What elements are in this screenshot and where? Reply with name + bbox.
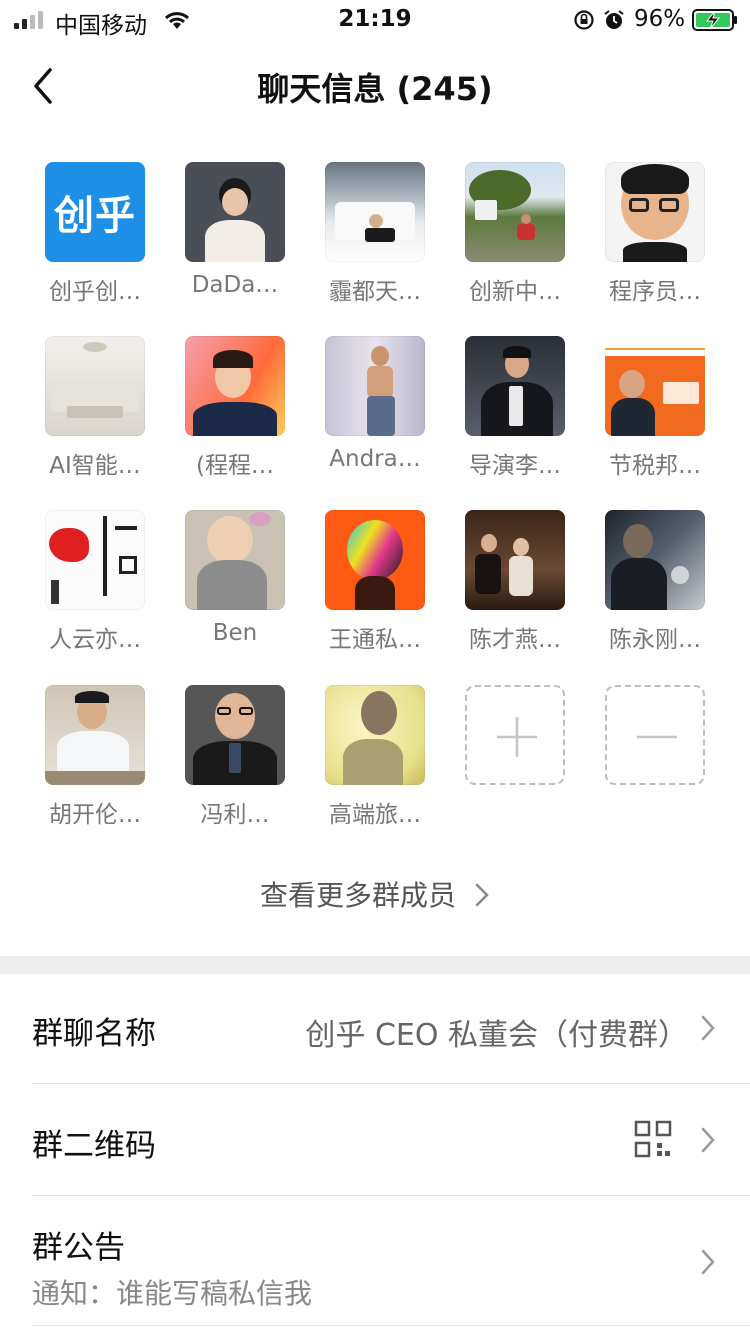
member-item[interactable]: 节税邦… (585, 336, 725, 496)
chevron-right-icon (701, 1015, 715, 1041)
member-item[interactable]: 创乎 创乎创… (25, 162, 165, 322)
member-item[interactable]: 程序员… (585, 162, 725, 322)
avatar (185, 685, 285, 785)
avatar (45, 685, 145, 785)
member-item[interactable]: 冯利… (165, 685, 305, 845)
group-settings-list: 群聊名称 创乎 CEO 私董会（付费群） 群二维码 群公告 通知：谁能写稿私信我 (0, 974, 750, 1334)
member-name: (程程… (196, 453, 274, 479)
avatar (605, 162, 705, 262)
member-name: 创乎创… (49, 279, 141, 305)
avatar (325, 336, 425, 436)
member-name: 胡开伦… (49, 802, 141, 828)
page-title: 聊天信息 (245) (257, 70, 493, 108)
member-item[interactable]: DaDa… (165, 162, 305, 322)
avatar: 创乎 (45, 162, 145, 262)
avatar (45, 336, 145, 436)
member-item[interactable]: 创新中… (445, 162, 585, 322)
chevron-right-icon (701, 1127, 715, 1153)
group-qr-row[interactable]: 群二维码 (32, 1084, 750, 1196)
member-name: 创新中… (469, 279, 561, 305)
member-name: 霾都天… (329, 279, 421, 305)
group-notice-row[interactable]: 群公告 通知：谁能写稿私信我 (32, 1196, 750, 1326)
remove-member-box[interactable] (605, 685, 705, 785)
member-name: 导演李… (469, 453, 561, 479)
chevron-right-icon (701, 1249, 715, 1275)
group-qr-label: 群二维码 (32, 1128, 156, 1164)
rotation-lock-icon (574, 10, 594, 30)
remove-member-button[interactable] (585, 685, 725, 845)
member-item[interactable]: 陈才燕… (445, 510, 585, 670)
member-name: 高端旅… (329, 802, 421, 828)
avatar (325, 510, 425, 610)
group-name-label: 群聊名称 (32, 1016, 156, 1052)
avatar (605, 510, 705, 610)
member-item[interactable]: 胡开伦… (25, 685, 165, 845)
member-item[interactable]: Ben (165, 510, 305, 670)
member-name: 王通私… (329, 627, 421, 653)
nav-bar: 聊天信息 (245) (0, 40, 750, 130)
member-name: 程序员… (609, 279, 701, 305)
avatar (185, 162, 285, 262)
member-item[interactable]: (程程… (165, 336, 305, 496)
avatar (465, 510, 565, 610)
avatar (465, 336, 565, 436)
member-item[interactable]: 霾都天… (305, 162, 445, 322)
view-more-label: 查看更多群成员 (259, 879, 456, 912)
avatar (465, 162, 565, 262)
add-member-box[interactable] (465, 685, 565, 785)
alarm-icon (604, 10, 624, 29)
avatar (185, 336, 285, 436)
group-name-row[interactable]: 群聊名称 创乎 CEO 私董会（付费群） (32, 974, 750, 1084)
member-item[interactable]: 高端旅… (305, 685, 445, 845)
member-name: 冯利… (200, 802, 270, 828)
group-notice-value: 通知：谁能写稿私信我 (32, 1277, 313, 1310)
add-member-button[interactable] (445, 685, 585, 845)
member-name: Ben (212, 620, 258, 646)
member-item[interactable]: AI智能… (25, 336, 165, 496)
avatar-logo-text: 创乎 (54, 193, 136, 239)
plus-icon (497, 717, 537, 757)
member-name: 陈才燕… (469, 627, 561, 653)
member-name: DaDa… (191, 272, 279, 298)
avatar (325, 685, 425, 785)
qr-code-icon (634, 1120, 672, 1158)
member-item[interactable]: 导演李… (445, 336, 585, 496)
avatar (325, 162, 425, 262)
view-more-members-link[interactable]: 查看更多群成员 (0, 874, 750, 914)
status-bar: 中国移动 21:19 96% (0, 0, 750, 40)
member-name: AI智能… (49, 453, 141, 479)
battery-percent: 96% (634, 6, 686, 32)
minus-icon (637, 735, 677, 739)
group-notice-label: 群公告 (32, 1230, 125, 1266)
member-name: 陈永刚… (609, 627, 701, 653)
chevron-right-icon (475, 883, 489, 907)
member-name: 节税邦… (609, 453, 701, 479)
group-name-value: 创乎 CEO 私董会（付费群） (305, 1018, 688, 1053)
member-grid: 创乎 创乎创… DaDa… 霾都天… 创新中… 程序员… AI智能… (程程… … (0, 130, 750, 956)
member-item[interactable]: 陈永刚… (585, 510, 725, 670)
avatar (605, 336, 705, 436)
member-name: 人云亦… (49, 627, 141, 653)
member-item[interactable]: Andra… (305, 336, 445, 496)
member-item[interactable]: 人云亦… (25, 510, 165, 670)
member-name: Andra… (329, 446, 421, 472)
avatar (185, 510, 285, 610)
avatar (45, 510, 145, 610)
member-item[interactable]: 王通私… (305, 510, 445, 670)
battery-charging-icon (692, 9, 737, 31)
